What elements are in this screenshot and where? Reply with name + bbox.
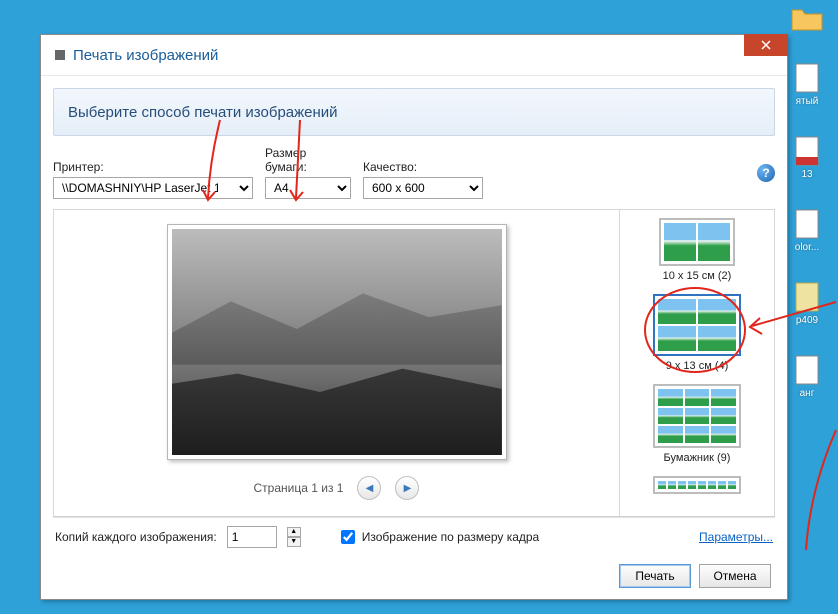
print-icon [55,50,65,60]
desktop-file-5[interactable]: анг [784,354,830,399]
layout-10x15[interactable]: 10 x 15 см (2) [659,218,735,282]
copies-down-button[interactable]: ▼ [287,537,301,547]
desktop-file-3[interactable]: olor... [784,208,830,253]
desktop-folder-icon[interactable] [784,4,830,34]
close-button[interactable] [744,34,788,56]
fit-frame-label: Изображение по размеру кадра [362,530,539,544]
instruction-banner: Выберите способ печати изображений [53,88,775,136]
desktop-file-4[interactable]: p409 [784,281,830,326]
page-preview [167,224,507,460]
layout-list[interactable]: 10 x 15 см (2) 9 x 13 см (4) [620,210,774,516]
print-dialog: Печать изображений Выберите способ печат… [40,34,788,600]
quality-label: Качество: [363,160,483,174]
next-page-button[interactable]: ▶ [395,476,419,500]
printer-select[interactable]: \\DOMASHNIY\HP LaserJet 1020 [53,177,253,199]
copies-up-button[interactable]: ▲ [287,527,301,537]
print-button[interactable]: Печать [619,564,691,588]
desktop-file-1[interactable]: ятый [784,62,830,107]
prev-page-button[interactable]: ◀ [357,476,381,500]
help-icon[interactable]: ? [757,164,775,182]
layout-contact-sheet[interactable] [653,476,741,494]
preview-pane: Страница 1 из 1 ◀ ▶ [54,210,620,516]
layout-9x13[interactable]: 9 x 13 см (4) [653,294,741,372]
options-link[interactable]: Параметры... [699,530,773,544]
desktop-file-2[interactable]: 13 [784,135,830,180]
copies-input[interactable] [227,526,277,548]
dialog-titlebar[interactable]: Печать изображений [41,35,787,76]
quality-select[interactable]: 600 x 600 [363,177,483,199]
copies-label: Копий каждого изображения: [55,530,217,544]
paper-size-select[interactable]: A4 [265,177,351,199]
layout-wallet[interactable]: Бумажник (9) [653,384,741,464]
paper-size-label: Размер бумаги: [265,146,351,174]
fit-frame-checkbox[interactable] [341,530,355,544]
printer-label: Принтер: [53,160,253,174]
page-indicator: Страница 1 из 1 [254,481,344,495]
cancel-button[interactable]: Отмена [699,564,771,588]
dialog-title: Печать изображений [73,47,218,64]
